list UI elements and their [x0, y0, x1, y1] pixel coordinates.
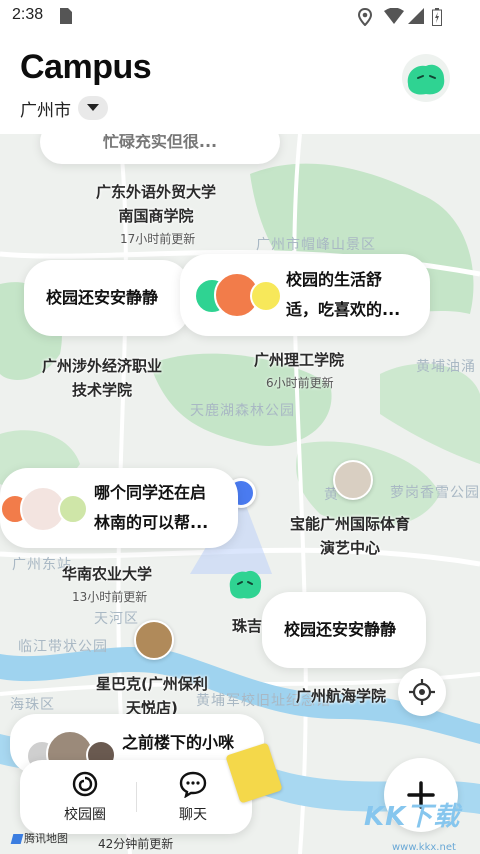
user-marker[interactable]: [333, 460, 373, 500]
user-marker[interactable]: [134, 620, 174, 660]
crosshair-icon: [409, 679, 435, 705]
campus-circle-icon: [72, 771, 98, 797]
user-marker[interactable]: [226, 564, 264, 602]
place-updated-time: 13小时前更新: [72, 590, 148, 604]
map-label-faint: 天鹿湖森林公园: [190, 403, 295, 419]
locate-me-button[interactable]: [398, 668, 446, 716]
place-updated-time: 6小时前更新: [266, 376, 334, 390]
city-dropdown-button[interactable]: [78, 96, 108, 120]
place-label[interactable]: 星巴克(广州保利 天悦店): [96, 672, 208, 720]
wifi-icon: [384, 7, 404, 28]
place-label[interactable]: 宝能广州国际体育 演艺中心: [290, 512, 410, 560]
post-bubble[interactable]: 校园的生活舒 适，吃喜欢的...: [180, 254, 430, 336]
header: Campus 广州市: [0, 34, 480, 134]
location-icon: [357, 7, 373, 30]
map-label-faint: 临江带状公园: [18, 639, 108, 655]
map-label-faint: 萝岗香雪公园: [390, 485, 480, 501]
map-label-faint: 黄埔油涌: [416, 359, 476, 375]
post-bubble[interactable]: 校园还安安静静: [262, 592, 426, 668]
post-bubble-text: 校园还安安静静: [46, 288, 159, 307]
place-label[interactable]: 广州理工学院: [254, 348, 344, 372]
green-blob-avatar-icon: [407, 64, 445, 95]
status-bar: 2:38: [0, 0, 480, 34]
user-avatar[interactable]: [402, 54, 450, 102]
tab-label: 校园圈: [64, 807, 106, 823]
place-label[interactable]: 广州涉外经济职业 技术学院: [42, 354, 162, 402]
battery-icon: [432, 8, 442, 30]
sim-icon: [60, 8, 72, 28]
user-avatar-stack: [194, 272, 284, 318]
map-label-faint: 海珠区: [10, 697, 55, 713]
bottom-nav: 校园圈 聊天: [20, 760, 252, 834]
post-bubble[interactable]: 校园还安安静静: [24, 260, 190, 336]
place-updated-time: 42分钟前更新: [98, 837, 174, 851]
place-label[interactable]: 广州航海学院: [296, 684, 386, 708]
tab-campus-circle[interactable]: 校园圈: [40, 770, 130, 824]
tab-chat[interactable]: 聊天: [148, 770, 238, 824]
watermark-url: www.kkx.net: [392, 842, 456, 853]
watermark: KK下载: [364, 802, 461, 832]
city-label[interactable]: 广州市: [20, 96, 71, 121]
post-bubble-text: 校园还安安静静: [284, 620, 397, 639]
map-label-faint: 广州市帽峰山景区: [256, 237, 376, 253]
post-bubble-text: 校园的生活舒 适，吃喜欢的...: [286, 270, 401, 319]
place-label[interactable]: 华南农业大学: [62, 562, 152, 586]
nav-divider: [136, 782, 137, 812]
post-bubble-text: 哪个同学还在启 林南的可以帮...: [94, 483, 209, 532]
app-title: Campus: [20, 48, 152, 86]
green-blob-icon: [229, 570, 262, 599]
post-bubble[interactable]: 哪个同学还在启 林南的可以帮...: [0, 468, 238, 548]
place-label[interactable]: 珠吉: [232, 614, 262, 638]
place-label[interactable]: 广东外语外贸大学 南国商学院: [96, 180, 216, 228]
map-label-faint: 天河区: [94, 611, 139, 627]
user-avatar-stack: [0, 486, 90, 532]
chat-bubble-icon: [179, 771, 207, 799]
tab-label: 聊天: [179, 807, 207, 823]
tencent-map-logo-icon: [10, 834, 24, 844]
attribution-text: 腾讯地图: [24, 832, 68, 845]
status-time: 2:38: [12, 6, 44, 23]
map-attribution: 腾讯地图: [10, 830, 68, 846]
place-updated-time: 17小时前更新: [120, 232, 196, 246]
post-bubble-text: 之前楼下的小咪: [122, 733, 235, 752]
signal-icon: [408, 8, 424, 28]
